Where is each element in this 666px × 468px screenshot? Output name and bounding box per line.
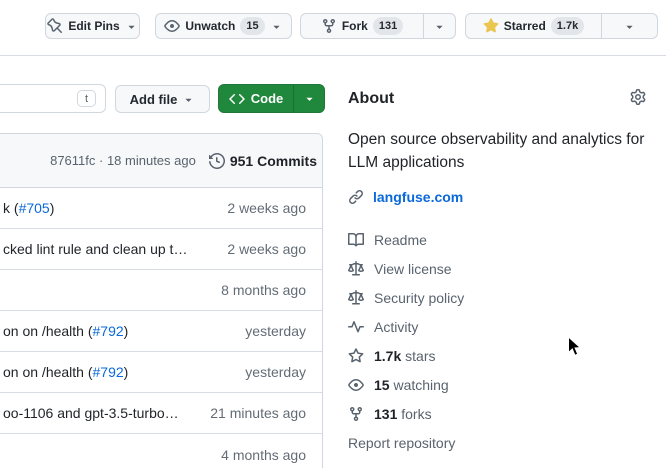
link-icon [348, 189, 364, 205]
about-title: About [348, 90, 394, 108]
latest-commit-sha-time[interactable]: 87611fc · 18 minutes ago [50, 153, 196, 168]
commit-date[interactable]: yesterday [245, 323, 322, 339]
sidebar-item-label: Report repository [348, 435, 455, 451]
stars-count-badge: 1.7k [551, 17, 584, 36]
commit-date[interactable]: yesterday [245, 364, 322, 380]
eye-icon [348, 377, 364, 393]
fork-dropdown-button[interactable] [424, 13, 456, 39]
code-label: Code [251, 91, 284, 106]
website-label: langfuse.com [373, 189, 463, 205]
sidebar-item-label: View license [374, 261, 452, 277]
add-file-label: Add file [130, 92, 178, 107]
starred-dropdown-button[interactable] [602, 13, 658, 39]
commit-history-link[interactable]: 951 Commits [209, 153, 317, 169]
code-dropdown-button[interactable] [293, 85, 324, 112]
table-row: 8 months ago [0, 270, 322, 311]
file-table-rows: k (#705)2 weeks agocked lint rule and cl… [0, 188, 322, 468]
file-table: 87611fc · 18 minutes ago 951 Commits k (… [0, 133, 323, 468]
keyboard-shortcut-hint: t [77, 90, 96, 107]
unwatch-label: Unwatch [185, 19, 235, 33]
sidebar-item-readme[interactable]: Readme [348, 225, 648, 254]
go-to-file-input-wrapper: t [0, 84, 106, 113]
law-icon [348, 261, 364, 277]
edit-pins-label: Edit Pins [68, 19, 119, 33]
sidebar-item-watching[interactable]: 15 watching [348, 370, 648, 399]
commit-date[interactable]: 21 minutes ago [210, 405, 322, 421]
issue-link[interactable]: #792 [93, 364, 124, 380]
forks-count-badge: 131 [373, 17, 403, 36]
pin-icon [47, 18, 63, 34]
sidebar-item-security-policy[interactable]: Security policy [348, 283, 648, 312]
fork-icon [321, 18, 337, 34]
sidebar-item-label: 131 forks [374, 406, 432, 422]
starred-label: Starred [504, 19, 546, 33]
star-icon [483, 18, 499, 34]
header-divider [0, 55, 666, 56]
commit-date[interactable]: 8 months ago [221, 282, 322, 298]
repo-description: Open source observability and analytics … [348, 128, 646, 174]
chevron-down-icon [125, 20, 138, 33]
gear-icon[interactable] [630, 89, 646, 105]
repo-website-link[interactable]: langfuse.com [348, 189, 463, 205]
sidebar-item-label: Readme [374, 232, 427, 248]
commit-date[interactable]: 4 months ago [221, 447, 322, 463]
commits-count-label: 951 Commits [230, 153, 317, 169]
chevron-down-icon [270, 20, 283, 33]
chevron-down-icon [182, 93, 195, 106]
chevron-down-icon [623, 20, 636, 33]
sidebar-item-view-license[interactable]: View license [348, 254, 648, 283]
law-icon [348, 290, 364, 306]
sidebar-item-label: Security policy [374, 290, 464, 306]
sidebar-item-activity[interactable]: Activity [348, 312, 648, 341]
unwatch-button[interactable]: Unwatch 15 [155, 13, 292, 39]
star-icon [348, 348, 364, 364]
sidebar-item-label: 15 watching [374, 377, 449, 393]
table-row: oo-1106 and gpt-3.5-turbo…21 minutes ago [0, 393, 322, 434]
code-icon [229, 91, 245, 107]
edit-pins-button[interactable]: Edit Pins [45, 13, 140, 39]
latest-commit-bar: 87611fc · 18 minutes ago 951 Commits [0, 134, 322, 188]
sidebar-item-report-repository[interactable]: Report repository [348, 428, 648, 457]
sidebar-item-forks[interactable]: 131 forks [348, 399, 648, 428]
eye-icon [164, 18, 180, 34]
commit-message[interactable]: on on /health (#792) [3, 364, 245, 380]
chevron-down-icon [303, 92, 316, 105]
commit-message[interactable]: on on /health (#792) [3, 323, 245, 339]
table-row: 4 months ago [0, 434, 322, 468]
commit-message[interactable]: k (#705) [3, 200, 227, 216]
book-icon [348, 232, 364, 248]
table-row: k (#705)2 weeks ago [0, 188, 322, 229]
pulse-icon [348, 319, 364, 335]
chevron-down-icon [433, 20, 446, 33]
issue-link[interactable]: #705 [19, 200, 50, 216]
commit-date[interactable]: 2 weeks ago [227, 200, 322, 216]
table-row: cked lint rule and clean up t…2 weeks ag… [0, 229, 322, 270]
commit-date[interactable]: 2 weeks ago [227, 241, 322, 257]
fork-button[interactable]: Fork 131 [300, 13, 424, 39]
sidebar-item-label: Activity [374, 319, 418, 335]
repo-forked-icon [348, 406, 364, 422]
sidebar-item-stars[interactable]: 1.7k stars [348, 341, 648, 370]
issue-link[interactable]: #792 [93, 323, 124, 339]
table-row: on on /health (#792)yesterday [0, 352, 322, 393]
starred-button[interactable]: Starred 1.7k [465, 13, 602, 39]
commit-message[interactable]: oo-1106 and gpt-3.5-turbo… [3, 405, 210, 421]
add-file-button[interactable]: Add file [115, 85, 210, 113]
code-button[interactable]: Code [219, 85, 293, 112]
watchers-count-badge: 15 [240, 17, 264, 36]
sidebar-item-label: 1.7k stars [374, 348, 435, 364]
github-repo-page: Edit Pins Unwatch 15 Fork 131 Starred 1.… [0, 0, 666, 468]
code-button-group: Code [218, 84, 325, 113]
commit-message[interactable]: cked lint rule and clean up t… [3, 241, 227, 257]
about-links: Readme View license Security policy Activit… [348, 225, 648, 457]
fork-label: Fork [342, 19, 368, 33]
table-row: on on /health (#792)yesterday [0, 311, 322, 352]
history-icon [209, 153, 225, 169]
